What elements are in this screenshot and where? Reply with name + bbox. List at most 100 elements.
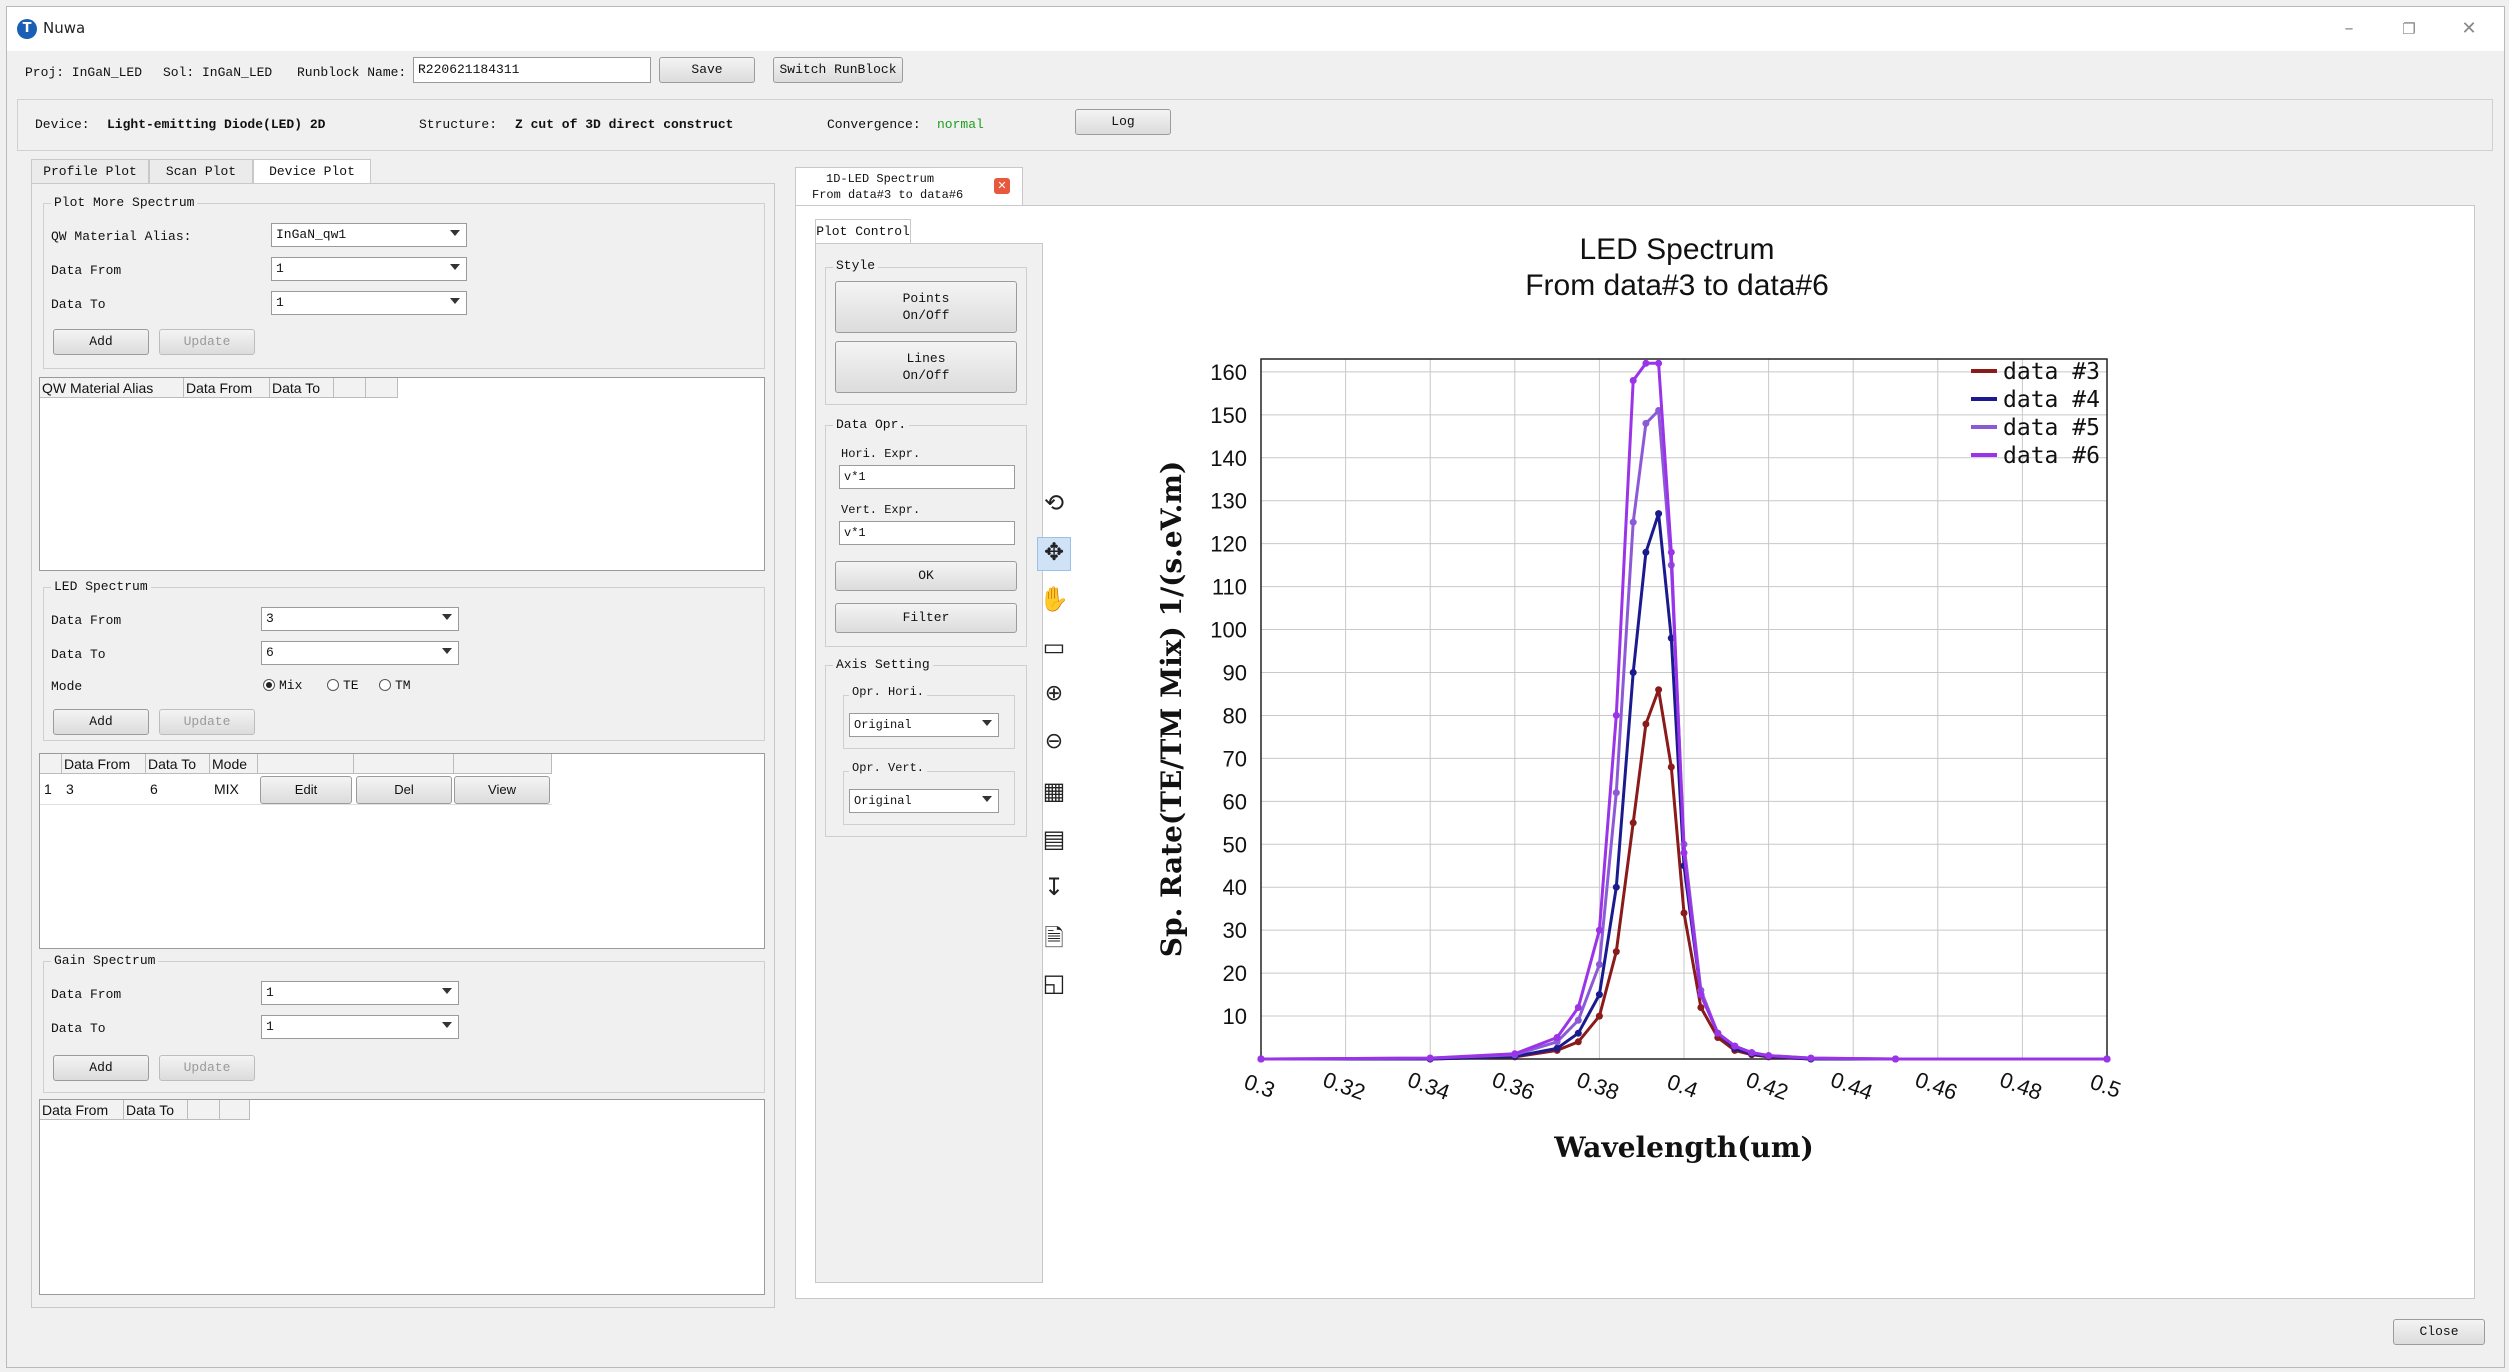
ok-button[interactable]: OK [835,561,1017,591]
image-icon[interactable]: ◱ [1037,969,1071,1003]
solution-label: Sol: InGaN_LED [163,65,273,80]
data-point [1642,720,1650,728]
lines-toggle-button[interactable]: Lines On/Off [835,341,1017,393]
zoom-out-icon[interactable]: ⊖ [1037,729,1071,763]
grid-icon[interactable]: ▦ [1037,777,1071,811]
led-spectrum-chart[interactable]: 102030405060708090100110120130140150160 … [1107,217,2227,1197]
tab-profile-plot[interactable]: Profile Plot [31,159,149,183]
runblock-label: Runblock Name: [297,65,407,80]
led-data-from-value: 3 [266,611,274,626]
y-tick-label: 100 [1210,618,1247,643]
led-data-to-value: 6 [266,645,274,660]
switch-runblock-button[interactable]: Switch RunBlock [773,57,903,83]
data-point [1765,1052,1773,1060]
tab-device-plot[interactable]: Device Plot [253,159,371,183]
column-header[interactable] [220,1100,250,1120]
qw-alias-select[interactable]: InGaN_qw1 [271,223,467,247]
more-add-button[interactable]: Add [53,329,149,355]
column-header[interactable]: Data From [40,1100,124,1120]
plot-more-spectrum-title: Plot More Spectrum [51,195,198,210]
minimize-icon[interactable]: – [2329,15,2369,43]
data-point [1680,849,1688,857]
led-spectrum-title: LED Spectrum [51,579,151,594]
save-button[interactable]: Save [659,57,755,83]
log-button[interactable]: Log [1075,109,1171,135]
edit-button[interactable]: Edit [260,776,352,804]
gain-data-from-select[interactable]: 1 [261,981,459,1005]
delete-button[interactable]: Del [356,776,452,804]
rectangle-select-icon[interactable]: ▭ [1037,633,1071,667]
chevron-down-icon [450,230,460,236]
column-header[interactable]: Data From [62,754,146,774]
style-title: Style [833,258,879,273]
led-spectrum-table[interactable]: Data From Data To Mode 1 3 6 MIX Edit De… [39,753,765,949]
reset-icon[interactable]: ⟲ [1037,489,1071,523]
column-header[interactable]: Mode [210,754,258,774]
zoom-in-icon[interactable]: ⊕ [1037,681,1071,715]
column-header[interactable] [188,1100,220,1120]
table-row[interactable]: 1 3 6 MIX Edit Del View [40,774,552,805]
opr-vert-select[interactable]: Original [849,789,999,813]
mode-te-radio[interactable]: TE [327,678,359,693]
column-header[interactable]: Data To [146,754,210,774]
column-header[interactable]: QW Material Alias [40,378,184,398]
hori-expr-input[interactable]: v*1 [839,465,1015,489]
column-header[interactable] [366,378,398,398]
export-icon[interactable]: ↧ [1037,873,1071,907]
led-add-button[interactable]: Add [53,709,149,735]
column-header[interactable]: Data To [270,378,334,398]
x-tick-label: 0.34 [1404,1067,1453,1105]
tab-led-spectrum[interactable]: 1D-LED Spectrum From data#3 to data#6 ✕ [795,167,1023,207]
chevron-down-icon [442,614,452,620]
led-data-to-select[interactable]: 6 [261,641,459,665]
gain-spectrum-table[interactable]: Data From Data To [39,1099,765,1295]
close-window-icon[interactable]: ✕ [2449,15,2489,43]
pan-hand-icon[interactable]: ✋ [1037,585,1071,619]
filter-button[interactable]: Filter [835,603,1017,633]
column-header[interactable]: Data To [124,1100,188,1120]
move-icon[interactable]: ✥ [1037,537,1071,571]
view-button[interactable]: View [454,776,550,804]
data-point [1680,909,1688,917]
mode-tm-radio[interactable]: TM [379,678,411,693]
column-header[interactable] [334,378,366,398]
runblock-name-input[interactable]: R220621184311 [413,57,651,83]
column-header[interactable] [354,754,454,774]
device-value: Light-emitting Diode(LED) 2D [107,117,326,132]
gain-add-button[interactable]: Add [53,1055,149,1081]
app-title: Nuwa [43,19,86,37]
corner-header [40,754,62,774]
legend-label: data #3 [2003,359,2100,385]
data-point [1511,1050,1519,1058]
close-tab-icon[interactable]: ✕ [994,178,1010,194]
tab-plot-control[interactable]: Plot Control [815,219,911,243]
opr-hori-select[interactable]: Original [849,713,999,737]
more-update-button[interactable]: Update [159,329,255,355]
more-data-to-select[interactable]: 1 [271,291,467,315]
opr-vert-value: Original [854,794,912,808]
led-data-from-select[interactable]: 3 [261,607,459,631]
restore-icon[interactable]: ❐ [2389,15,2429,43]
table-icon[interactable]: ▤ [1037,825,1071,859]
more-spectrum-table[interactable]: QW Material Alias Data From Data To [39,377,765,571]
points-toggle-button[interactable]: Points On/Off [835,281,1017,333]
data-point [1595,1012,1603,1020]
vert-expr-input[interactable]: v*1 [839,521,1015,545]
led-update-button[interactable]: Update [159,709,255,735]
data-point [1629,377,1637,384]
data-point [1612,948,1620,956]
document-icon[interactable]: 🗎 [1037,921,1071,955]
more-data-from-select[interactable]: 1 [271,257,467,281]
row-index: 1 [44,781,52,797]
column-header[interactable] [454,754,552,774]
column-header[interactable] [258,754,354,774]
gain-data-to-select[interactable]: 1 [261,1015,459,1039]
lines-label-2: On/Off [902,368,950,383]
y-tick-label: 150 [1210,403,1247,428]
column-header[interactable]: Data From [184,378,270,398]
mode-mix-radio[interactable]: Mix [263,678,302,693]
close-button[interactable]: Close [2393,1319,2485,1345]
gain-update-button[interactable]: Update [159,1055,255,1081]
data-point [1807,1054,1815,1062]
tab-scan-plot[interactable]: Scan Plot [149,159,253,183]
